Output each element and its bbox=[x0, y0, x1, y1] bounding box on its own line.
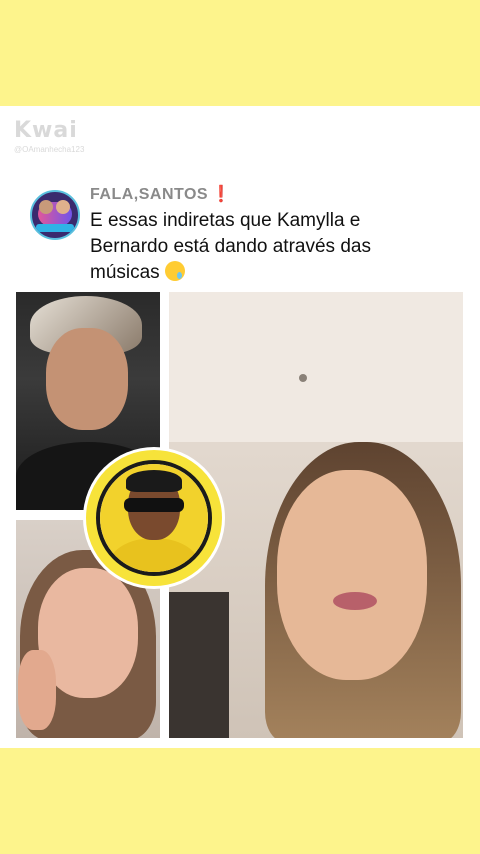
woman-face bbox=[277, 470, 427, 680]
background-shelf bbox=[169, 592, 229, 738]
sunglasses-icon bbox=[124, 498, 184, 512]
woman-mouth bbox=[333, 592, 377, 610]
author-name[interactable]: FALA,SANTOS ❗ bbox=[90, 184, 232, 204]
avatar-face-1 bbox=[39, 200, 53, 214]
top-band bbox=[0, 0, 480, 106]
author-name-text: FALA,SANTOS bbox=[90, 186, 209, 203]
avatar-banner bbox=[36, 224, 74, 232]
exclamation-icon: ❗ bbox=[211, 186, 232, 203]
creator-badge[interactable] bbox=[86, 450, 222, 586]
girl-hand bbox=[18, 650, 56, 730]
kwai-watermark: Kwai @OAmanhecha123 bbox=[14, 118, 84, 154]
post-card: Kwai @OAmanhecha123 FALA,SANTOS ❗ E essas… bbox=[0, 106, 480, 748]
boy-face bbox=[46, 328, 128, 430]
badge-hair bbox=[126, 470, 182, 492]
watermark-handle: @OAmanhecha123 bbox=[14, 145, 85, 154]
author-avatar[interactable] bbox=[30, 190, 80, 240]
ceiling-light bbox=[299, 374, 307, 382]
kwai-logo: Kwai bbox=[14, 118, 78, 143]
creator-badge-photo bbox=[96, 460, 212, 576]
post-text: E essas indiretas que Kamylla e Bernardo… bbox=[90, 208, 420, 286]
crying-face-emoji-icon bbox=[164, 261, 185, 281]
bottom-band bbox=[0, 748, 480, 854]
post-text-content: E essas indiretas que Kamylla e Bernardo… bbox=[90, 210, 371, 283]
ceiling bbox=[169, 292, 463, 442]
avatar-face-2 bbox=[56, 200, 70, 214]
